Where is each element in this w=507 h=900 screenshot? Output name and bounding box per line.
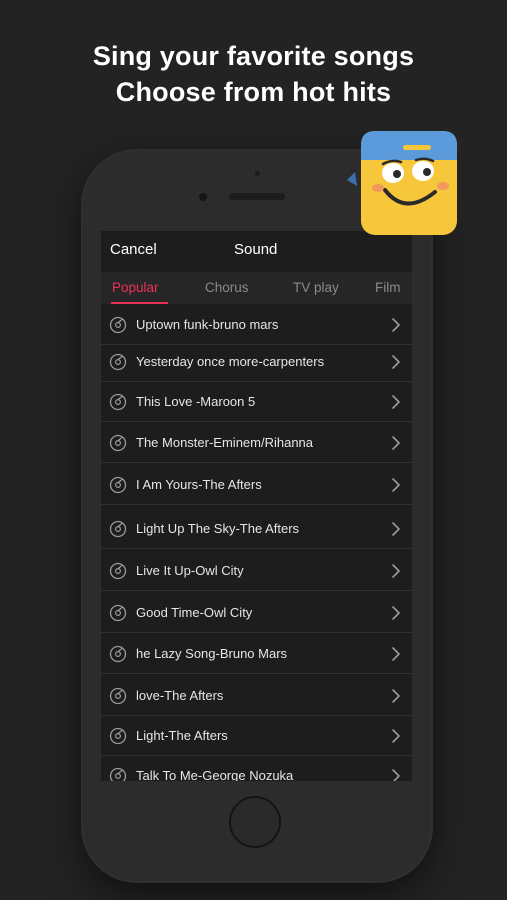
music-disc-icon <box>109 645 127 663</box>
music-disc-icon <box>109 727 127 745</box>
song-title: Light-The Afters <box>136 728 228 743</box>
song-title: Live It Up-Owl City <box>136 563 244 578</box>
phone-sensor <box>255 171 260 176</box>
headline: Sing your favorite songs Choose from hot… <box>0 38 507 110</box>
song-title: Talk To Me-George Nozuka <box>136 768 294 781</box>
headline-line-1: Sing your favorite songs <box>92 41 415 71</box>
music-disc-icon <box>109 316 127 334</box>
home-button[interactable] <box>229 796 281 848</box>
tab-chorus[interactable]: Chorus <box>205 280 249 295</box>
chevron-right-icon <box>392 318 400 332</box>
chevron-right-icon <box>392 522 400 536</box>
list-item[interactable]: Yesterday once more-carpenters <box>101 343 412 382</box>
tab-tv-play[interactable]: TV play <box>293 280 339 295</box>
song-title: The Monster-Eminem/Rihanna <box>136 435 314 450</box>
music-disc-icon <box>109 353 127 371</box>
list-item[interactable]: Talk To Me-George Nozuka <box>101 757 412 781</box>
song-title: Yesterday once more-carpenters <box>136 354 325 369</box>
chevron-right-icon <box>392 769 400 781</box>
chevron-right-icon <box>392 647 400 661</box>
chevron-right-icon <box>392 478 400 492</box>
list-item[interactable]: Uptown funk-bruno mars <box>101 306 412 345</box>
list-item[interactable]: This Love -Maroon 5 <box>101 383 412 422</box>
music-disc-icon <box>109 434 127 452</box>
list-item[interactable]: Good Time-Owl City <box>101 594 412 633</box>
chevron-right-icon <box>392 355 400 369</box>
headline-line-2: Choose from hot hits <box>115 77 392 107</box>
music-disc-icon <box>109 476 127 494</box>
page-title: Sound <box>234 241 278 258</box>
tab-popular[interactable]: Popular <box>112 280 159 295</box>
song-title: he Lazy Song-Bruno Mars <box>136 646 288 661</box>
front-camera-icon <box>199 193 207 201</box>
chevron-right-icon <box>392 564 400 578</box>
active-tab-indicator <box>111 302 168 304</box>
tab-film[interactable]: Film <box>375 280 401 295</box>
music-disc-icon <box>109 562 127 580</box>
music-disc-icon <box>109 393 127 411</box>
song-title: Good Time-Owl City <box>136 605 253 620</box>
list-item[interactable]: he Lazy Song-Bruno Mars <box>101 635 412 674</box>
phone-speaker <box>229 193 285 200</box>
music-disc-icon <box>109 687 127 705</box>
list-item[interactable]: The Monster-Eminem/Rihanna <box>101 424 412 463</box>
song-title: love-The Afters <box>136 688 224 703</box>
phone-frame: Cancel Sound Popular Chorus TV play Film… <box>83 151 431 881</box>
category-tabs: Popular Chorus TV play Film <box>101 272 412 304</box>
list-item[interactable]: I Am Yours-The Afters <box>101 466 412 505</box>
chevron-right-icon <box>392 729 400 743</box>
phone-screen: Cancel Sound Popular Chorus TV play Film… <box>101 231 412 781</box>
mascot-face-icon <box>347 131 457 235</box>
chevron-right-icon <box>392 606 400 620</box>
list-item[interactable]: Light-The Afters <box>101 717 412 756</box>
song-title: Uptown funk-bruno mars <box>136 317 279 332</box>
chevron-right-icon <box>392 689 400 703</box>
chevron-right-icon <box>392 436 400 450</box>
chevron-right-icon <box>392 395 400 409</box>
song-title: This Love -Maroon 5 <box>136 394 256 409</box>
song-title: I Am Yours-The Afters <box>136 477 262 492</box>
song-title: Light Up The Sky-The Afters <box>136 521 300 536</box>
music-disc-icon <box>109 520 127 538</box>
music-disc-icon <box>109 767 127 781</box>
music-disc-icon <box>109 604 127 622</box>
cancel-button[interactable]: Cancel <box>110 241 157 258</box>
list-item[interactable]: Light Up The Sky-The Afters <box>101 510 412 549</box>
list-item[interactable]: love-The Afters <box>101 677 412 716</box>
list-item[interactable]: Live It Up-Owl City <box>101 552 412 591</box>
